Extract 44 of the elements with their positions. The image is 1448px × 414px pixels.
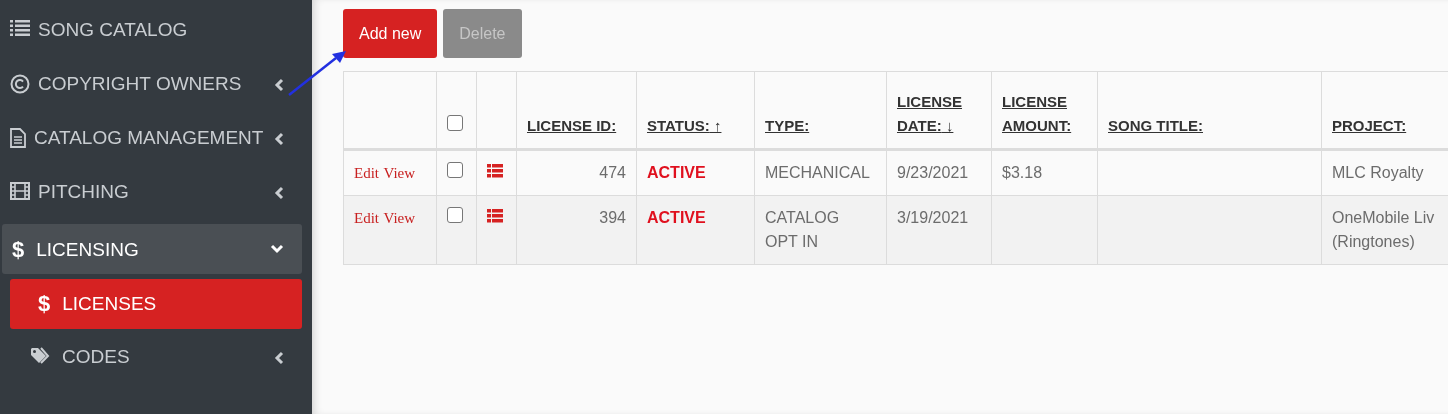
sidebar-item[interactable]: PITCHING <box>0 170 302 214</box>
row-checkbox[interactable] <box>447 207 463 223</box>
edit-link[interactable]: Edit <box>354 210 379 226</box>
chevron-left-icon <box>274 132 284 146</box>
sidebar-item[interactable]: SONG CATALOG <box>0 8 302 52</box>
edit-link[interactable]: Edit <box>354 165 379 181</box>
table-cell: MECHANICAL <box>765 164 870 181</box>
table-cell: 394 <box>599 209 626 226</box>
table-cell: 9/23/2021 <box>897 164 969 181</box>
list-icon[interactable] <box>487 164 503 178</box>
column-header[interactable]: SONG TITLE: <box>1108 114 1203 138</box>
table-cell: ACTIVE <box>647 164 706 181</box>
table-cell: MLC Royalty <box>1332 164 1424 181</box>
column-header[interactable]: STATUS: ↑ <box>647 114 722 138</box>
view-link[interactable]: View <box>383 210 416 226</box>
column-header[interactable]: PROJECT: <box>1332 114 1407 138</box>
chevron-left-icon <box>274 351 284 365</box>
select-all-checkbox[interactable] <box>447 115 463 131</box>
column-header[interactable]: TYPE: <box>765 114 810 138</box>
table-cell: OneMobile Liv (Ringtones) <box>1332 209 1435 250</box>
sidebar-item[interactable]: $ LICENSES <box>10 279 302 329</box>
sidebar-item[interactable]: CATALOG MANAGEMENT <box>0 116 302 160</box>
view-link[interactable]: View <box>383 165 416 181</box>
sidebar-item[interactable]: $ LICENSING <box>2 224 302 274</box>
list-icon <box>10 20 30 36</box>
table-cell: $3.18 <box>1002 164 1043 181</box>
table-cell: CATALOG OPT IN <box>765 209 840 250</box>
chevron-left-icon <box>274 186 284 200</box>
add-new-button[interactable]: Add new <box>343 9 438 58</box>
table-cell: 474 <box>599 164 626 181</box>
annotation-arrow <box>286 48 348 98</box>
list-icon[interactable] <box>487 209 503 223</box>
copyright-icon <box>10 74 30 94</box>
table-cell: 3/19/2021 <box>897 209 969 226</box>
chevron-down-icon <box>270 244 284 254</box>
chevron-left-icon <box>274 78 284 92</box>
table-cell: ACTIVE <box>647 209 706 226</box>
row-checkbox[interactable] <box>447 162 463 178</box>
sidebar-item[interactable]: COPYRIGHT OWNERS <box>0 62 302 106</box>
dollar-icon: $ <box>12 234 25 265</box>
sidebar-item[interactable]: CODES <box>0 335 302 379</box>
film-icon <box>10 182 30 200</box>
file-icon <box>10 128 26 148</box>
dollar-icon: $ <box>38 288 51 319</box>
